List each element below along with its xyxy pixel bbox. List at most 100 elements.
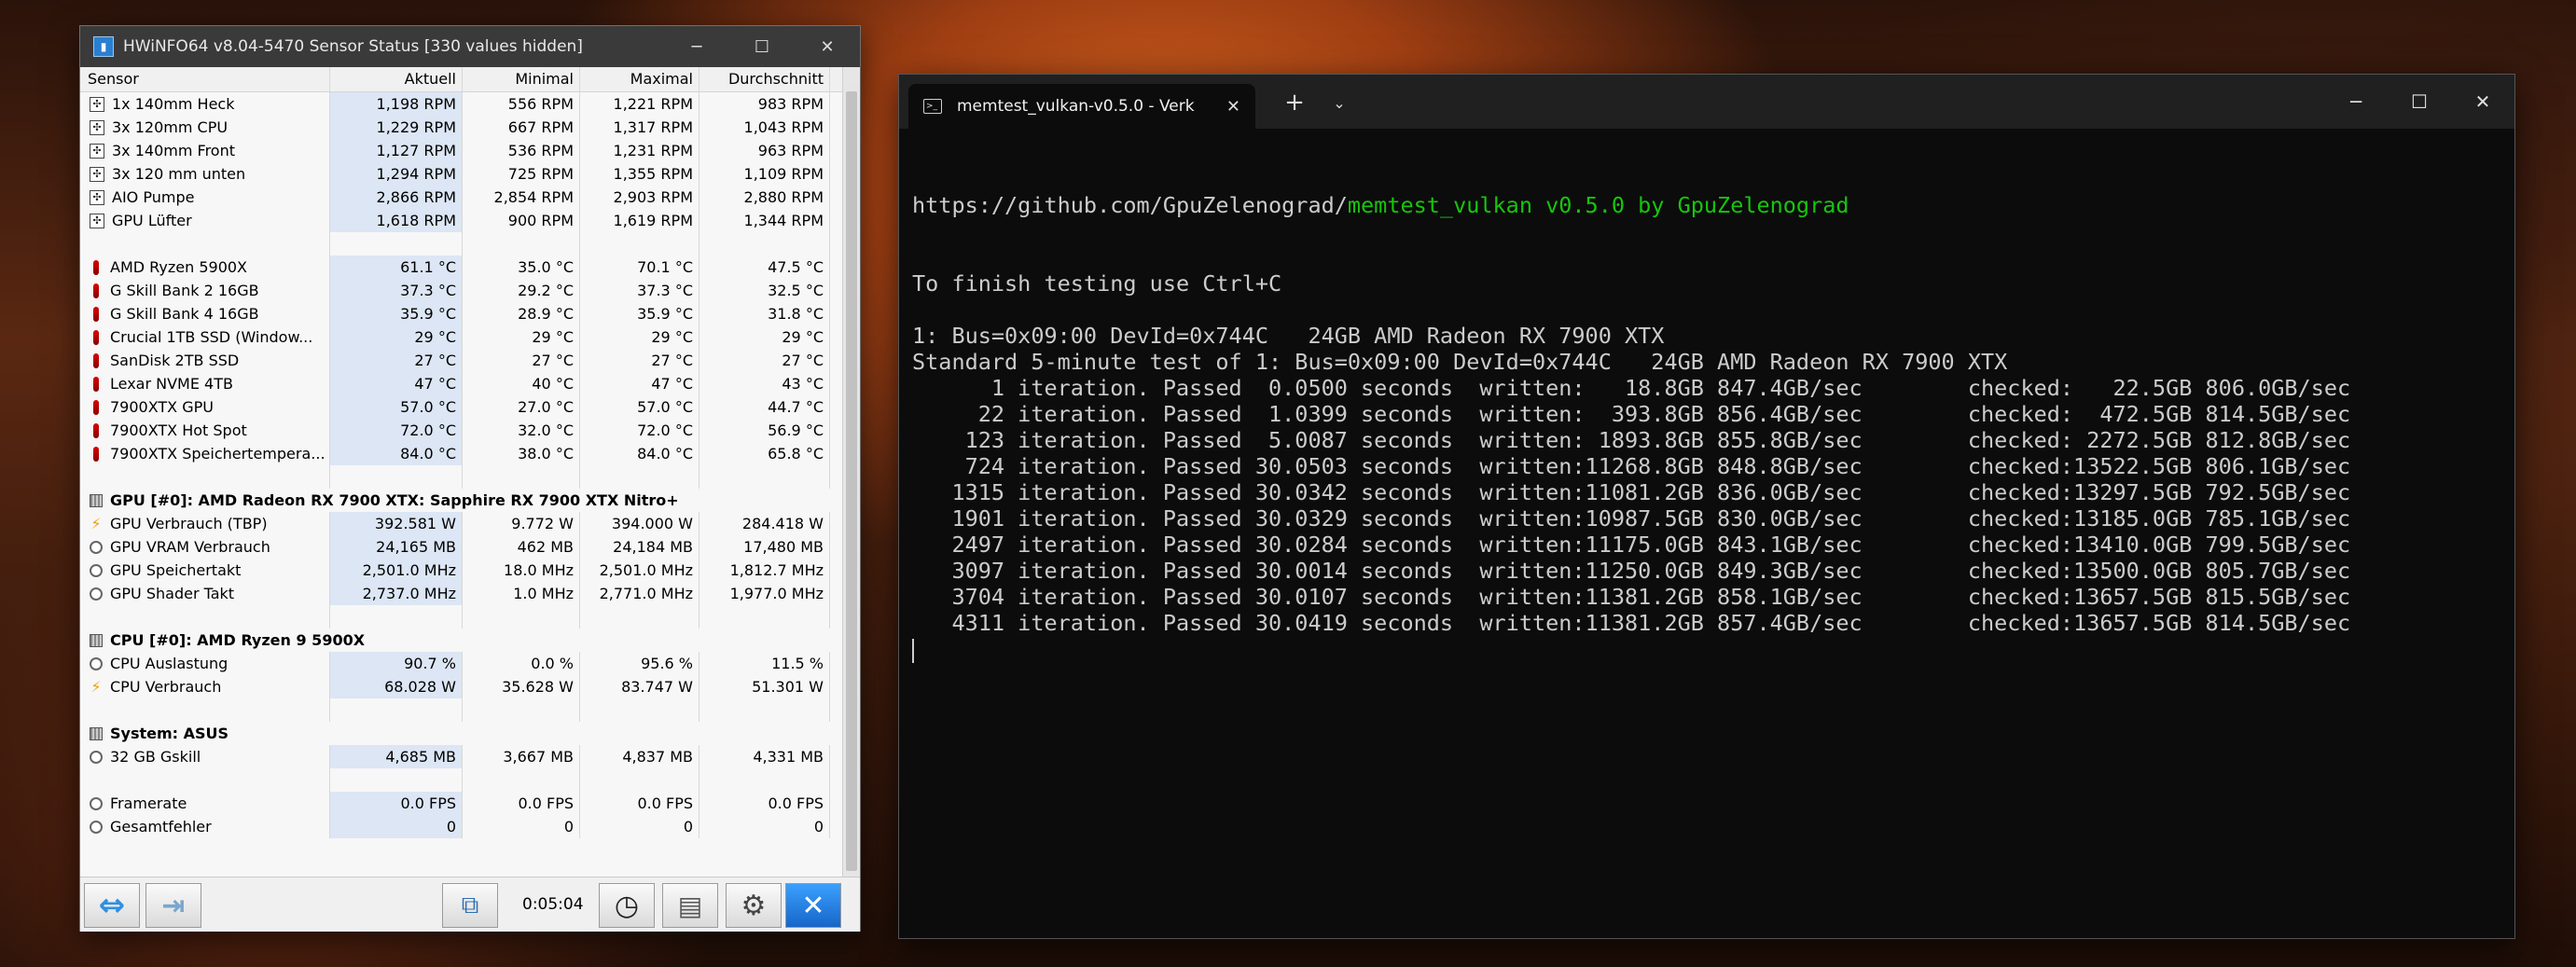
table-row[interactable]: G Skill Bank 2 16GB 37.3 °C 29.2 °C 37.3 °C…	[80, 279, 860, 302]
temp-icon	[93, 259, 99, 275]
tab-dropdown-button[interactable]: ⌄	[1321, 84, 1358, 121]
table-row[interactable]: 7900XTX GPU 57.0 °C 27.0 °C 57.0 °C 44.7 °C	[80, 395, 860, 419]
table-row[interactable]: ⚡ CPU Verbrauch 68.028 W 35.628 W 83.747 W 51…	[80, 675, 860, 698]
table-row[interactable]: ✣ 3x 140mm Front 1,127 RPM 536 RPM 1,231 RPM…	[80, 139, 860, 162]
table-row[interactable]: ✣ 3x 120mm CPU 1,229 RPM 667 RPM 1,317 RPM 1,…	[80, 116, 860, 139]
minimize-button[interactable]: ─	[664, 26, 729, 67]
terminal-close-button[interactable]: ✕	[2451, 75, 2514, 129]
fan-icon: ✣	[90, 143, 104, 159]
sensor-label: AMD Ryzen 5900X	[110, 258, 248, 276]
console-line: 1 iteration. Passed 0.0500 seconds writt…	[912, 375, 2351, 401]
value-avg: 27 °C	[699, 349, 830, 372]
column-header-avg[interactable]: Durchschnitt	[699, 67, 830, 91]
scrollbar-thumb[interactable]	[846, 91, 857, 871]
circle-icon	[90, 656, 103, 670]
expand-columns-button[interactable]: ⇔	[84, 883, 140, 928]
value-avg: 1,977.0 MHz	[699, 582, 830, 605]
table-row[interactable]: GPU Shader Takt 2,737.0 MHz 1.0 MHz 2,771.0…	[80, 582, 860, 605]
exit-button[interactable]: ✕	[785, 883, 841, 928]
empty-cell	[580, 605, 699, 629]
empty-cell	[580, 768, 699, 792]
table-row[interactable]: ✣ 3x 120 mm unten 1,294 RPM 725 RPM 1,355 RP…	[80, 162, 860, 186]
chip-icon	[90, 493, 103, 507]
table-row[interactable]: GPU Speichertakt 2,501.0 MHz 18.0 MHz 2,501…	[80, 559, 860, 582]
reset-clock-button[interactable]: ◷	[599, 883, 655, 928]
value-current: 1,618 RPM	[330, 209, 463, 232]
sensor-name-cell: Gesamtfehler	[80, 815, 330, 838]
sensor-label: 1x 140mm Heck	[112, 95, 235, 113]
network-button[interactable]: ⧉	[442, 883, 498, 928]
console-line: 4311 iteration. Passed 30.0419 seconds w…	[912, 610, 2351, 636]
settings-button[interactable]: ⚙	[726, 883, 782, 928]
value-avg: 983 RPM	[699, 92, 830, 116]
table-row[interactable]: ✣ 1x 140mm Heck 1,198 RPM 556 RPM 1,221 RPM 9…	[80, 92, 860, 116]
table-row[interactable]: SanDisk 2TB SSD 27 °C 27 °C 27 °C 27 °C	[80, 349, 860, 372]
table-row[interactable]: ✣ GPU Lüfter 1,618 RPM 900 RPM 1,619 RPM 1,34…	[80, 209, 860, 232]
table-row[interactable]: Lexar NVME 4TB 47 °C 40 °C 47 °C 43 °C	[80, 372, 860, 395]
value-min: 0.0 %	[463, 652, 580, 675]
blank-row	[80, 698, 860, 722]
close-button[interactable]: ✕	[795, 26, 860, 67]
value-current: 1,229 RPM	[330, 116, 463, 139]
logging-button[interactable]: ▤	[662, 883, 718, 928]
console-output[interactable]: https://github.com/GpuZelenograd/memtest…	[912, 140, 2498, 923]
sensor-group-row[interactable]: System: ASUS	[80, 722, 860, 745]
sensor-label: Lexar NVME 4TB	[110, 375, 233, 393]
hwinfo-titlebar[interactable]: ▮ HWiNFO64 v8.04-5470 Sensor Status [330…	[80, 26, 860, 67]
sensor-table[interactable]: Sensor Aktuell Minimal Maximal Durchschn…	[80, 67, 860, 877]
sensor-group-row[interactable]: GPU [#0]: AMD Radeon RX 7900 XTX: Sapphi…	[80, 489, 860, 512]
terminal-tabbar[interactable]: >_ memtest_vulkan-v0.5.0 - Verk ✕ + ⌄ ─ …	[899, 75, 2514, 129]
value-min: 667 RPM	[463, 116, 580, 139]
sensor-name-cell: 7900XTX Speichertempera...	[80, 442, 330, 465]
tab-close-icon[interactable]: ✕	[1226, 97, 1240, 117]
table-row[interactable]: Gesamtfehler 0 0 0 0	[80, 815, 860, 838]
sensor-name-cell: 7900XTX GPU	[80, 395, 330, 419]
table-row[interactable]: 32 GB Gskill 4,685 MB 3,667 MB 4,837 MB 4,33…	[80, 745, 860, 768]
url-prefix: https://github.com/GpuZelenograd/	[912, 192, 1348, 218]
table-row[interactable]: ✣ AIO Pumpe 2,866 RPM 2,854 RPM 2,903 RPM 2,8…	[80, 186, 860, 209]
table-row[interactable]: 7900XTX Speichertempera... 84.0 °C 38.0 °C…	[80, 442, 860, 465]
empty-cell	[80, 465, 330, 489]
value-avg: 56.9 °C	[699, 419, 830, 442]
fan-icon: ✣	[90, 189, 104, 205]
sensor-name-cell: G Skill Bank 4 16GB	[80, 302, 330, 325]
value-avg: 29 °C	[699, 325, 830, 349]
value-min: 536 RPM	[463, 139, 580, 162]
terminal-minimize-button[interactable]: ─	[2324, 75, 2388, 129]
value-min: 3,667 MB	[463, 745, 580, 768]
sensor-group-row[interactable]: CPU [#0]: AMD Ryzen 9 5900X	[80, 629, 860, 652]
value-current: 47 °C	[330, 372, 463, 395]
new-tab-button[interactable]: +	[1276, 84, 1313, 121]
column-header-min[interactable]: Minimal	[463, 67, 580, 91]
sensor-name-cell: G Skill Bank 2 16GB	[80, 279, 330, 302]
table-row[interactable]: ⚡ GPU Verbrauch (TBP) 392.581 W 9.772 W 394.…	[80, 512, 860, 535]
value-max: 24,184 MB	[580, 535, 699, 559]
table-row[interactable]: AMD Ryzen 5900X 61.1 °C 35.0 °C 70.1 °C 47.5…	[80, 256, 860, 279]
sensor-name-cell: AMD Ryzen 5900X	[80, 256, 330, 279]
table-row[interactable]: G Skill Bank 4 16GB 35.9 °C 28.9 °C 35.9 °C…	[80, 302, 860, 325]
maximize-button[interactable]: ☐	[729, 26, 795, 67]
collapse-columns-button[interactable]: ⇥	[145, 883, 201, 928]
sensor-name-cell: Framerate	[80, 792, 330, 815]
table-row[interactable]: 7900XTX Hot Spot 72.0 °C 32.0 °C 72.0 °C 56.…	[80, 419, 860, 442]
console-line: 22 iteration. Passed 1.0399 seconds writ…	[912, 401, 2351, 427]
column-header-sensor[interactable]: Sensor	[80, 67, 330, 91]
sensor-name-cell: System: ASUS	[80, 722, 834, 745]
sensor-label: G Skill Bank 4 16GB	[110, 305, 259, 323]
table-row[interactable]: GPU VRAM Verbrauch 24,165 MB 462 MB 24,184 …	[80, 535, 860, 559]
terminal-maximize-button[interactable]: ☐	[2388, 75, 2451, 129]
table-row[interactable]: CPU Auslastung 90.7 % 0.0 % 95.6 % 11.5 %	[80, 652, 860, 675]
sensor-name-cell: ✣ AIO Pumpe	[80, 186, 330, 209]
table-scrollbar[interactable]	[842, 67, 860, 877]
terminal-tab[interactable]: >_ memtest_vulkan-v0.5.0 - Verk ✕	[908, 84, 1255, 129]
table-row[interactable]: Crucial 1TB SSD (Window... 29 °C 29 °C 29 °…	[80, 325, 860, 349]
column-header-max[interactable]: Maximal	[580, 67, 699, 91]
console-prompt-line[interactable]	[912, 636, 2498, 663]
value-avg: 963 RPM	[699, 139, 830, 162]
value-avg: 4,331 MB	[699, 745, 830, 768]
plus-icon: +	[1284, 89, 1305, 117]
column-header-current[interactable]: Aktuell	[330, 67, 463, 91]
minimize-icon: ─	[691, 36, 702, 57]
table-row[interactable]: Framerate 0.0 FPS 0.0 FPS 0.0 FPS 0.0 FPS	[80, 792, 860, 815]
sensor-name-cell: CPU [#0]: AMD Ryzen 9 5900X	[80, 629, 834, 652]
